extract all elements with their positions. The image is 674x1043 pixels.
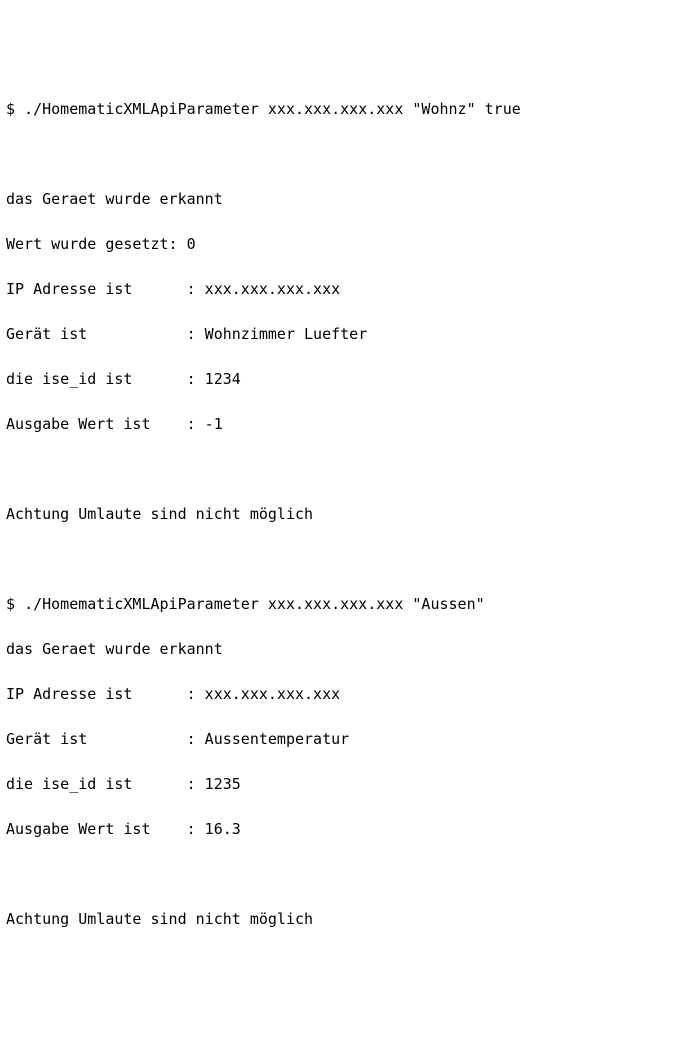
blank-line [6, 863, 668, 886]
output-ip-address: IP Adresse ist : xxx.xxx.xxx.xxx [6, 683, 668, 706]
blank-line [6, 458, 668, 481]
output-recognized: das Geraet wurde erkannt [6, 638, 668, 661]
output-warning-umlaut: Achtung Umlaute sind nicht möglich [6, 908, 668, 931]
output-ip-address: IP Adresse ist : xxx.xxx.xxx.xxx [6, 278, 668, 301]
output-value-set: Wert wurde gesetzt: 0 [6, 233, 668, 256]
output-value: Ausgabe Wert ist : 16.3 [6, 818, 668, 841]
command-line-2[interactable]: $ ./HomematicXMLApiParameter xxx.xxx.xxx… [6, 593, 668, 616]
output-warning-umlaut: Achtung Umlaute sind nicht möglich [6, 503, 668, 526]
output-ise-id: die ise_id ist : 1235 [6, 773, 668, 796]
blank-line [6, 143, 668, 166]
prompt-symbol: $ [6, 100, 24, 118]
command-text: ./HomematicXMLApiParameter xxx.xxx.xxx.x… [24, 595, 485, 613]
output-device-name: Gerät ist : Aussentemperatur [6, 728, 668, 751]
output-ise-id: die ise_id ist : 1234 [6, 368, 668, 391]
command-line-1[interactable]: $ ./HomematicXMLApiParameter xxx.xxx.xxx… [6, 98, 668, 121]
output-recognized: das Geraet wurde erkannt [6, 188, 668, 211]
prompt-symbol: $ [6, 595, 24, 613]
command-text: ./HomematicXMLApiParameter xxx.xxx.xxx.x… [24, 100, 521, 118]
output-value: Ausgabe Wert ist : -1 [6, 413, 668, 436]
output-device-name: Gerät ist : Wohnzimmer Luefter [6, 323, 668, 346]
blank-line [6, 548, 668, 571]
